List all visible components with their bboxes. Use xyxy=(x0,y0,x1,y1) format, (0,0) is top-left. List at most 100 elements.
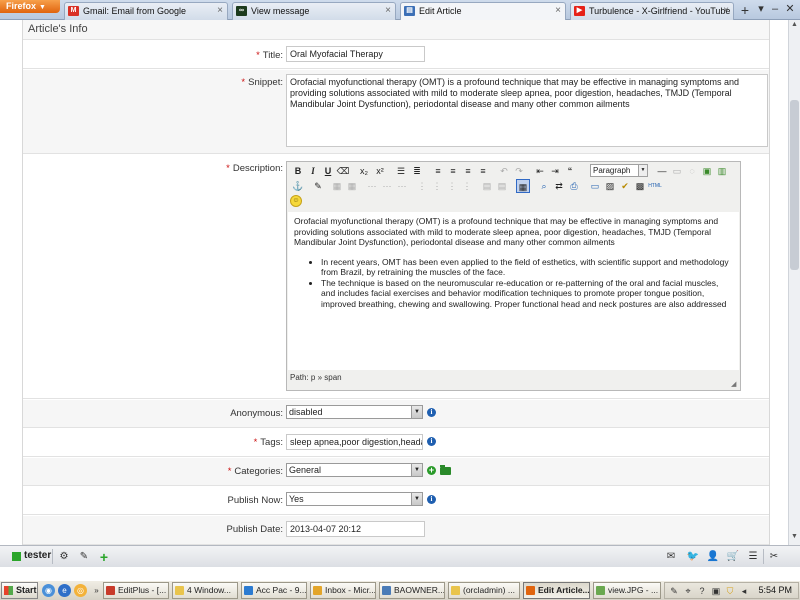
search-icon[interactable]: ⌕ xyxy=(537,179,551,193)
layer-icon[interactable]: ▤ xyxy=(480,179,494,193)
close-window-icon[interactable]: ✕ xyxy=(783,2,797,16)
tab-gmail[interactable]: M Gmail: Email from Google × xyxy=(64,2,228,20)
subscript-button[interactable]: x₂ xyxy=(357,164,371,178)
media-icon[interactable]: ▥ xyxy=(715,164,729,178)
paste-word-icon[interactable]: ▨ xyxy=(603,179,617,193)
info-icon[interactable]: i xyxy=(427,408,436,417)
chrome-icon[interactable]: ◉ xyxy=(42,584,55,597)
help-icon[interactable]: ? xyxy=(696,585,708,597)
grid-toggle-icon[interactable]: ▦ xyxy=(516,179,530,193)
edit-icon[interactable]: ✎ xyxy=(77,550,91,564)
info-icon[interactable]: i xyxy=(427,437,436,446)
new-tab-button[interactable]: + xyxy=(736,3,754,19)
close-icon[interactable]: × xyxy=(217,3,223,19)
numbered-list-icon[interactable]: ≣ xyxy=(410,164,424,178)
spellcheck-icon[interactable]: ✔ xyxy=(618,179,632,193)
security-icon[interactable]: ⛉ xyxy=(724,585,736,597)
taskbar-item[interactable]: Acc Pac - 9... xyxy=(241,582,307,599)
redo-icon[interactable]: ↷ xyxy=(512,164,526,178)
taskbar-item[interactable]: BAOWNER... xyxy=(379,582,445,599)
taskbar-item[interactable]: Inbox - Micr... xyxy=(310,582,376,599)
user-name[interactable]: tester xyxy=(24,550,51,561)
scroll-down-icon[interactable]: ▼ xyxy=(789,533,800,543)
tags-input[interactable]: sleep apnea,poor digestion,headac xyxy=(286,434,423,450)
taskbar-item[interactable]: EditPlus - [... xyxy=(103,582,169,599)
scroll-thumb[interactable] xyxy=(790,100,799,270)
list-icon[interactable]: ☰ xyxy=(746,550,760,564)
app-icon[interactable]: ◎ xyxy=(74,584,87,597)
page-scrollbar[interactable]: ▲ ▼ xyxy=(788,20,800,545)
resize-grip-icon[interactable]: ◢ xyxy=(731,381,738,388)
indent-icon[interactable]: ⇥ xyxy=(548,164,562,178)
tools-icon[interactable]: ✂ xyxy=(767,550,781,564)
insert-image-icon[interactable]: ▣ xyxy=(700,164,714,178)
align-center-icon[interactable]: ≡ xyxy=(446,164,460,178)
close-icon[interactable]: × xyxy=(723,3,729,19)
remove-format-icon[interactable]: ▭ xyxy=(670,164,684,178)
delete-row-icon[interactable]: ⋯ xyxy=(380,179,394,193)
scroll-up-icon[interactable]: ▲ xyxy=(789,21,800,31)
volume-icon[interactable]: ◂ xyxy=(738,585,750,597)
layer-move-icon[interactable]: ▤ xyxy=(495,179,509,193)
pin-icon[interactable]: ⌖ xyxy=(682,585,694,597)
anonymous-select[interactable]: disabled ▼ xyxy=(286,405,423,419)
network-icon[interactable]: ▣ xyxy=(710,585,722,597)
tab-youtube[interactable]: ▶ Turbulence - X-Girlfriend - YouTube × xyxy=(570,2,734,20)
taskbar-item[interactable]: 4 Window... xyxy=(172,582,238,599)
merge-cells-icon[interactable]: ⋮ xyxy=(430,179,444,193)
add-icon[interactable]: + xyxy=(97,550,111,564)
more-icon[interactable]: » xyxy=(90,584,103,597)
horizontal-rule-icon[interactable]: — xyxy=(655,164,669,178)
close-icon[interactable]: × xyxy=(385,3,391,19)
user-icon[interactable]: 👤 xyxy=(706,550,720,564)
blockquote-icon[interactable]: “ xyxy=(563,164,577,178)
tools-icon[interactable]: ✎ xyxy=(668,585,680,597)
snippet-textarea[interactable]: Orofacial myofunctional therapy (OMT) is… xyxy=(286,74,768,147)
table-insert-icon[interactable]: ▦ xyxy=(330,179,344,193)
print-icon[interactable]: ⎙ xyxy=(567,179,581,193)
superscript-button[interactable]: x² xyxy=(373,164,387,178)
underline-button[interactable]: U xyxy=(321,164,335,178)
italic-button[interactable]: I xyxy=(306,164,320,178)
cell-props-icon[interactable]: ⋮ xyxy=(445,179,459,193)
close-icon[interactable]: × xyxy=(555,3,561,19)
table-props-icon[interactable]: ▦ xyxy=(345,179,359,193)
publish-now-select[interactable]: Yes ▼ xyxy=(286,492,423,506)
align-left-icon[interactable]: ≡ xyxy=(431,164,445,178)
anchor-icon[interactable]: ⚓ xyxy=(291,179,305,193)
minimize-icon[interactable]: – xyxy=(768,2,782,16)
twitter-icon[interactable]: 🐦 xyxy=(686,550,700,564)
clock[interactable]: 5:54 PM xyxy=(758,585,792,595)
editor-content[interactable]: Orofacial myofunctional therapy (OMT) is… xyxy=(288,212,739,370)
insert-row-icon[interactable]: ⋯ xyxy=(365,179,379,193)
cart-icon[interactable]: 🛒 xyxy=(726,550,740,564)
bold-button[interactable]: B xyxy=(291,164,305,178)
format-select[interactable]: Paragraph ▼ xyxy=(590,164,648,177)
folder-icon[interactable] xyxy=(440,465,451,475)
align-justify-icon[interactable]: ≡ xyxy=(476,164,490,178)
insert-col-icon[interactable]: ⋯ xyxy=(395,179,409,193)
info-icon[interactable]: i xyxy=(427,495,436,504)
categories-select[interactable]: General ▼ xyxy=(286,463,423,477)
tab-edit-article[interactable]: ▤ Edit Article × xyxy=(400,2,566,20)
undo-icon[interactable]: ↶ xyxy=(497,164,511,178)
title-input[interactable]: Oral Myofacial Therapy xyxy=(286,46,425,62)
align-right-icon[interactable]: ≡ xyxy=(461,164,475,178)
gear-icon[interactable]: ⚙ xyxy=(57,550,71,564)
clear-format-icon[interactable]: ⌫ xyxy=(336,164,350,178)
add-category-icon[interactable]: + xyxy=(427,466,436,475)
preview-icon[interactable]: ▭ xyxy=(588,179,602,193)
edit-css-icon[interactable]: ✎ xyxy=(311,179,325,193)
tab-view-message[interactable]: ∞ View message × xyxy=(232,2,396,20)
taskbar-item[interactable]: (orcladmin) ... xyxy=(448,582,520,599)
html-source-icon[interactable]: HTML xyxy=(648,179,662,193)
table-delete-icon[interactable]: ⋮ xyxy=(460,179,474,193)
visual-aid-icon[interactable]: ◌ xyxy=(685,164,699,178)
taskbar-item[interactable]: view.JPG - ... xyxy=(593,582,661,599)
bullet-list-icon[interactable]: ☰ xyxy=(394,164,408,178)
mail-icon[interactable]: ✉ xyxy=(664,550,678,564)
firefox-menu-button[interactable]: Firefox ▼ xyxy=(0,0,60,13)
start-button[interactable]: Start xyxy=(1,582,38,599)
ie-icon[interactable]: e xyxy=(58,584,71,597)
cleanup-icon[interactable]: ▩ xyxy=(633,179,647,193)
